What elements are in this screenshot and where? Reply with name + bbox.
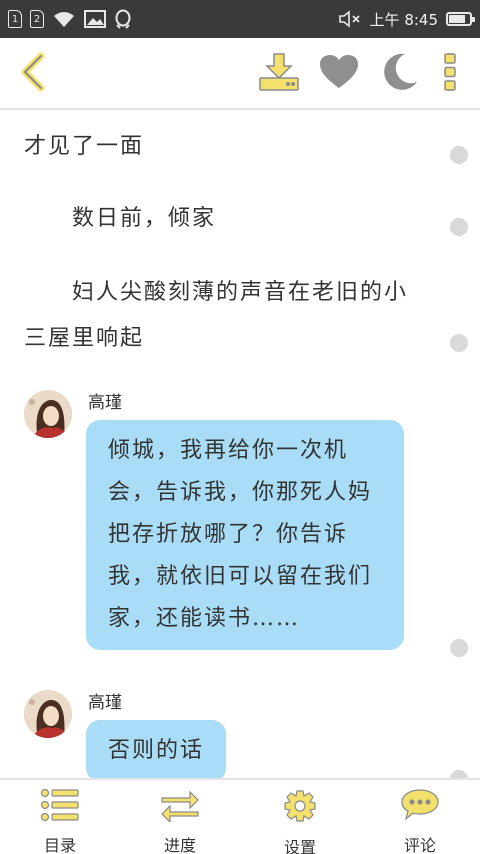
sim1-icon: 1 <box>8 10 22 28</box>
nav-label: 进度 <box>163 836 196 854</box>
moon-icon <box>379 52 419 96</box>
speaker-name: 高瑾 <box>88 393 122 413</box>
list-icon <box>40 788 80 826</box>
reader-screen: 1 2 上午 8:45 才见了一面 数日前，倾家 妇人尖酸刻薄的声音在老旧的小三… <box>0 0 480 854</box>
qq-icon <box>114 9 132 29</box>
paragraph-comment-dot[interactable] <box>450 146 468 164</box>
more-button[interactable] <box>432 38 468 110</box>
reading-content[interactable]: 才见了一面 数日前，倾家 妇人尖酸刻薄的声音在老旧的小三屋里响起 高瑾 倾城，我… <box>0 110 480 778</box>
speaker-name: 高瑾 <box>88 693 122 713</box>
status-right: 上午 8:45 <box>338 9 475 30</box>
image-icon <box>84 10 106 28</box>
paragraph-comment-dot[interactable] <box>450 334 468 352</box>
battery-level <box>449 15 465 23</box>
download-button[interactable] <box>254 38 304 110</box>
sim2-icon: 2 <box>30 10 44 28</box>
paragraph-comment-dot[interactable] <box>450 218 468 236</box>
wifi-icon <box>52 10 76 28</box>
nav-item-progress[interactable]: 进度 <box>120 780 240 854</box>
battery-icon <box>446 12 475 26</box>
more-icon <box>443 52 457 96</box>
heart-icon <box>319 54 359 94</box>
nav-label: 目录 <box>43 836 76 854</box>
avatar[interactable] <box>24 390 72 438</box>
nav-item-comments[interactable]: 评论 <box>360 780 480 854</box>
message-bubble: 否则的话 <box>86 720 227 778</box>
download-icon <box>257 52 301 96</box>
paragraph-comment-dot[interactable] <box>450 770 468 778</box>
night-mode-button[interactable] <box>374 38 424 110</box>
paragraph-comment-dot[interactable] <box>450 639 468 657</box>
gear-icon <box>281 788 319 828</box>
back-button[interactable] <box>6 38 58 110</box>
nav-label: 评论 <box>403 836 436 854</box>
arrows-icon <box>160 788 200 826</box>
mute-icon <box>338 10 362 28</box>
clipped-line <box>24 110 424 116</box>
paragraph-1: 才见了一面 <box>24 134 145 159</box>
status-time: 上午 8:45 <box>369 10 438 29</box>
status-bar: 1 2 上午 8:45 <box>0 0 480 38</box>
message-bubble: 倾城，我再给你一次机会，告诉我，你那死人妈把存折放哪了？你告诉我，就依旧可以留在… <box>86 420 404 650</box>
paragraph-2: 数日前，倾家 <box>24 206 217 231</box>
comment-icon <box>400 788 440 826</box>
back-icon <box>15 52 49 96</box>
nav-item-settings[interactable]: 设置 <box>240 780 360 854</box>
bottom-nav: 目录 进度 设置 评论 <box>0 778 480 854</box>
status-left: 1 2 <box>8 9 132 29</box>
nav-label: 设置 <box>283 838 316 854</box>
paragraph-3: 妇人尖酸刻薄的声音在老旧的小三屋里响起 <box>24 280 409 351</box>
favorite-button[interactable] <box>314 38 364 110</box>
nav-item-catalog[interactable]: 目录 <box>0 780 120 854</box>
reader-toolbar <box>0 38 480 110</box>
avatar[interactable] <box>24 690 72 738</box>
